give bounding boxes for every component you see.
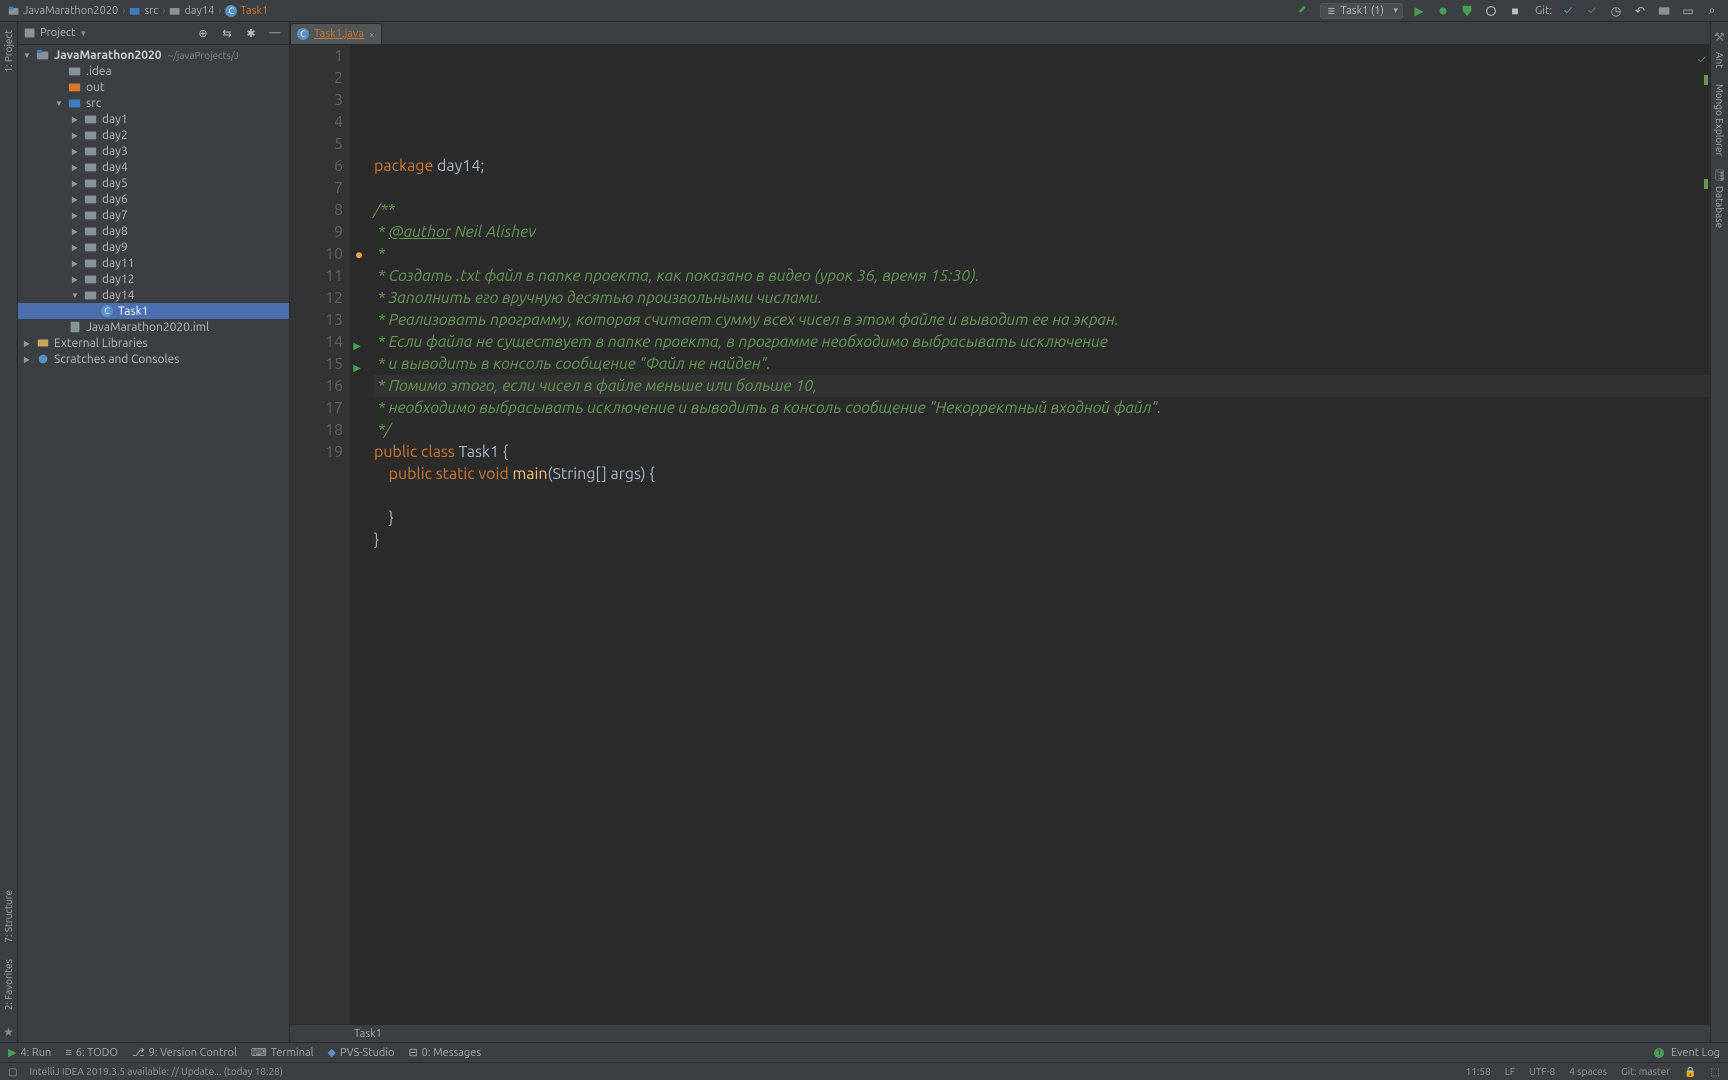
database-icon[interactable]: 🛢	[1712, 168, 1727, 182]
toolbar-right: Task1 (1) ▶ ■ Git: ✓ ✓ ◷ ↶ ▭ ⌕	[1296, 3, 1720, 19]
run-button[interactable]: ▶	[1411, 3, 1427, 19]
tab-ant[interactable]: Ant	[1713, 48, 1726, 72]
tab-vcs[interactable]: ⎇9: Version Control	[132, 1046, 237, 1059]
git-label: Git:	[1535, 5, 1552, 17]
profiler-button[interactable]	[1483, 3, 1499, 19]
line-gutter[interactable]: 1234567891011121314▶15▶16171819	[290, 45, 350, 1024]
git-rollback-button[interactable]: ↶	[1632, 3, 1648, 19]
hide-button[interactable]: —	[267, 25, 283, 41]
inspection-ok-icon[interactable]: ✓	[1698, 49, 1706, 71]
git-commit-button[interactable]: ✓	[1584, 3, 1600, 19]
breadcrumb-item[interactable]: src	[129, 5, 158, 17]
list-icon	[1327, 6, 1337, 16]
coverage-button[interactable]	[1459, 3, 1475, 19]
tree-item[interactable]: ▶day9	[18, 239, 289, 255]
chevron-icon: ›	[218, 5, 221, 17]
marker[interactable]	[1704, 179, 1708, 189]
cursor-position[interactable]: 11:58	[1466, 1066, 1491, 1077]
bookmark-icon[interactable]: ★	[3, 1025, 14, 1039]
editor-tab-bar: C Task1.java ×	[290, 22, 1710, 45]
tree-external[interactable]: ▶ External Libraries	[18, 335, 289, 351]
sidebar-header: Project ▼ ⊕ ⇆ ✱ —	[18, 22, 289, 45]
bottom-tool-bar: ▶4: Run ≡6: TODO ⎇9: Version Control ⌨Te…	[0, 1042, 1728, 1062]
ant-icon[interactable]: ⚒	[1714, 30, 1725, 44]
tree-item[interactable]: .idea	[18, 63, 289, 79]
class-icon: C	[225, 5, 237, 17]
tree-item[interactable]: ▶day4	[18, 159, 289, 175]
editor-breadcrumb[interactable]: Task1	[290, 1024, 1710, 1042]
tab-structure[interactable]: 7: Structure	[2, 886, 15, 947]
editor-area: C Task1.java × 1234567891011121314▶15▶16…	[290, 22, 1710, 1042]
tree-item[interactable]: ▶day3	[18, 143, 289, 159]
tab-pvs[interactable]: ◆PVS-Studio	[328, 1046, 395, 1059]
close-tab-button[interactable]: ×	[369, 29, 375, 40]
collapse-button[interactable]: ⇆	[219, 25, 235, 41]
tree-item[interactable]: out	[18, 79, 289, 95]
breadcrumb-item[interactable]: day14	[169, 5, 214, 17]
git-branch[interactable]: Git: master	[1621, 1066, 1670, 1077]
tree-item[interactable]: ▶day6	[18, 191, 289, 207]
layout-button[interactable]: ▭	[1680, 3, 1696, 19]
tab-database[interactable]: Database	[1713, 182, 1726, 232]
lock-icon[interactable]: 🔒	[1684, 1066, 1696, 1078]
code-editor[interactable]: 1234567891011121314▶15▶16171819 ✓ packag…	[290, 45, 1710, 1024]
editor-tab[interactable]: C Task1.java ×	[290, 23, 382, 44]
code-content[interactable]: ✓ package day14;/** * @author Neil Alish…	[350, 45, 1710, 1024]
tree-item[interactable]: JavaMarathon2020.iml	[18, 319, 289, 335]
chevron-icon: ›	[122, 5, 125, 17]
marker[interactable]	[1704, 75, 1708, 85]
tree-item[interactable]: ▶day11	[18, 255, 289, 271]
status-message[interactable]: IntelliJ IDEA 2019.3.5 available: // Upd…	[29, 1066, 282, 1077]
tab-todo[interactable]: ≡6: TODO	[65, 1047, 118, 1059]
project-view-icon	[24, 27, 36, 39]
tree-item[interactable]: ▶day5	[18, 175, 289, 191]
tree-item[interactable]: ▶day2	[18, 127, 289, 143]
breadcrumb-item[interactable]: CTask1	[225, 5, 268, 17]
tab-terminal[interactable]: ⌨Terminal	[251, 1046, 314, 1059]
event-log-button[interactable]: 1Event Log	[1654, 1047, 1720, 1059]
line-separator[interactable]: LF	[1505, 1066, 1515, 1077]
debug-button[interactable]	[1435, 3, 1451, 19]
tree-item[interactable]: CTask1	[18, 303, 289, 319]
build-button[interactable]	[1296, 3, 1312, 19]
tab-label: Task1.java	[314, 28, 364, 40]
tree-item[interactable]: ▶day7	[18, 207, 289, 223]
tree-item[interactable]: ▶day8	[18, 223, 289, 239]
settings-button[interactable]: ✱	[243, 25, 259, 41]
tab-favorites[interactable]: 2: Favorites	[2, 955, 15, 1014]
search-everywhere-button[interactable]: ⌕	[1704, 3, 1720, 19]
memory-icon[interactable]: ⬚	[1711, 1066, 1720, 1078]
toggle-toolwindows-button[interactable]: ▢	[8, 1066, 17, 1078]
right-tool-strip: ⚒ Ant Mongo Explorer 🛢 Database	[1710, 22, 1728, 1042]
tree-root[interactable]: ▼ JavaMarathon2020 ~/javaProjects/J	[18, 47, 289, 63]
git-history-button[interactable]: ◷	[1608, 3, 1624, 19]
project-sidebar: Project ▼ ⊕ ⇆ ✱ — ▼ JavaMarathon2020 ~/j…	[18, 22, 290, 1042]
tree-item[interactable]: ▶day12	[18, 271, 289, 287]
locate-button[interactable]: ⊕	[195, 25, 211, 41]
class-icon: C	[297, 28, 309, 40]
tree-scratches[interactable]: ▶ Scratches and Consoles	[18, 351, 289, 367]
breadcrumb-item[interactable]: JavaMarathon2020	[8, 5, 118, 17]
tab-project[interactable]: 1: Project	[2, 26, 15, 77]
tab-mongo[interactable]: Mongo Explorer	[1713, 80, 1726, 160]
project-tree[interactable]: ▼ JavaMarathon2020 ~/javaProjects/J .ide…	[18, 45, 289, 1042]
chevron-icon: ›	[162, 5, 165, 17]
top-nav: JavaMarathon2020 › src › day14 › C Task1 …	[0, 0, 1728, 22]
status-bar: ▢ IntelliJ IDEA 2019.3.5 available: // U…	[0, 1062, 1728, 1080]
tree-item[interactable]: ▼day14	[18, 287, 289, 303]
tab-run[interactable]: ▶4: Run	[8, 1046, 51, 1059]
tree-item[interactable]: ▶day1	[18, 111, 289, 127]
git-update-button[interactable]: ✓	[1560, 3, 1576, 19]
run-config-select[interactable]: Task1 (1)	[1320, 3, 1403, 19]
indent[interactable]: 4 spaces	[1569, 1066, 1607, 1077]
sidebar-title[interactable]: Project ▼	[24, 27, 87, 39]
breadcrumb: JavaMarathon2020 › src › day14 › CTask1	[8, 5, 268, 17]
stop-button[interactable]: ■	[1507, 3, 1523, 19]
encoding[interactable]: UTF-8	[1529, 1066, 1555, 1077]
tree-item[interactable]: ▼src	[18, 95, 289, 111]
tab-messages[interactable]: ⊟0: Messages	[408, 1046, 481, 1059]
folder-button[interactable]	[1656, 3, 1672, 19]
left-tool-strip: 1: Project 7: Structure 2: Favorites ★	[0, 22, 18, 1042]
